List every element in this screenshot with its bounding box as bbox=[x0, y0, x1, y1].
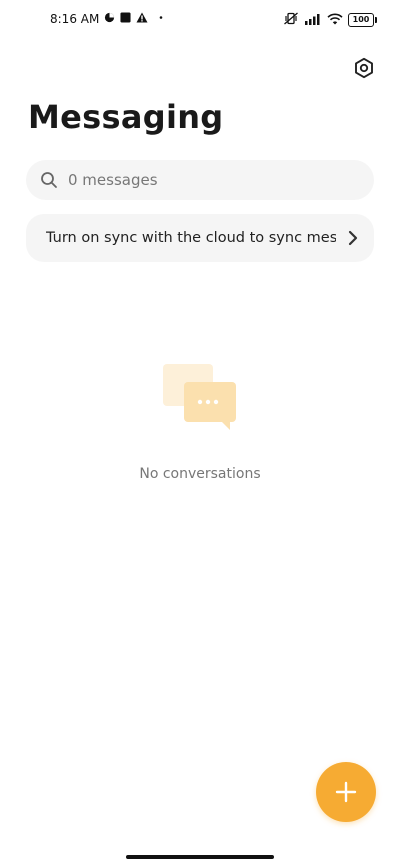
sync-banner[interactable]: Turn on sync with the cloud to sync mess… bbox=[26, 214, 374, 262]
wifi-icon bbox=[327, 13, 343, 28]
status-left: 8:16 AM bbox=[50, 12, 165, 26]
plus-icon bbox=[335, 781, 357, 803]
status-right: 100 bbox=[283, 12, 377, 28]
more-dot-icon bbox=[153, 12, 165, 26]
app-notification-icon bbox=[120, 12, 131, 26]
search-icon bbox=[41, 172, 57, 188]
search-bar[interactable]: 0 messages bbox=[26, 160, 374, 200]
status-bar: 8:16 AM 100 bbox=[0, 10, 400, 34]
home-indicator[interactable] bbox=[126, 855, 274, 859]
compose-button[interactable] bbox=[316, 762, 376, 822]
search-placeholder: 0 messages bbox=[68, 171, 158, 189]
warning-icon bbox=[136, 12, 148, 26]
settings-button[interactable] bbox=[350, 54, 378, 82]
signal-icon bbox=[304, 13, 322, 28]
sync-banner-text: Turn on sync with the cloud to sync mess… bbox=[46, 230, 336, 246]
empty-state-text: No conversations bbox=[139, 466, 261, 482]
page-title: Messaging bbox=[28, 98, 224, 136]
vibrate-icon bbox=[283, 12, 299, 28]
clock-circle-icon bbox=[104, 12, 115, 26]
empty-state-illustration bbox=[160, 362, 240, 432]
status-time: 8:16 AM bbox=[50, 12, 100, 26]
battery-icon: 100 bbox=[348, 13, 377, 27]
chevron-right-icon bbox=[348, 230, 358, 246]
settings-hexagon-icon bbox=[355, 57, 373, 79]
chat-bubbles-icon bbox=[163, 364, 236, 430]
